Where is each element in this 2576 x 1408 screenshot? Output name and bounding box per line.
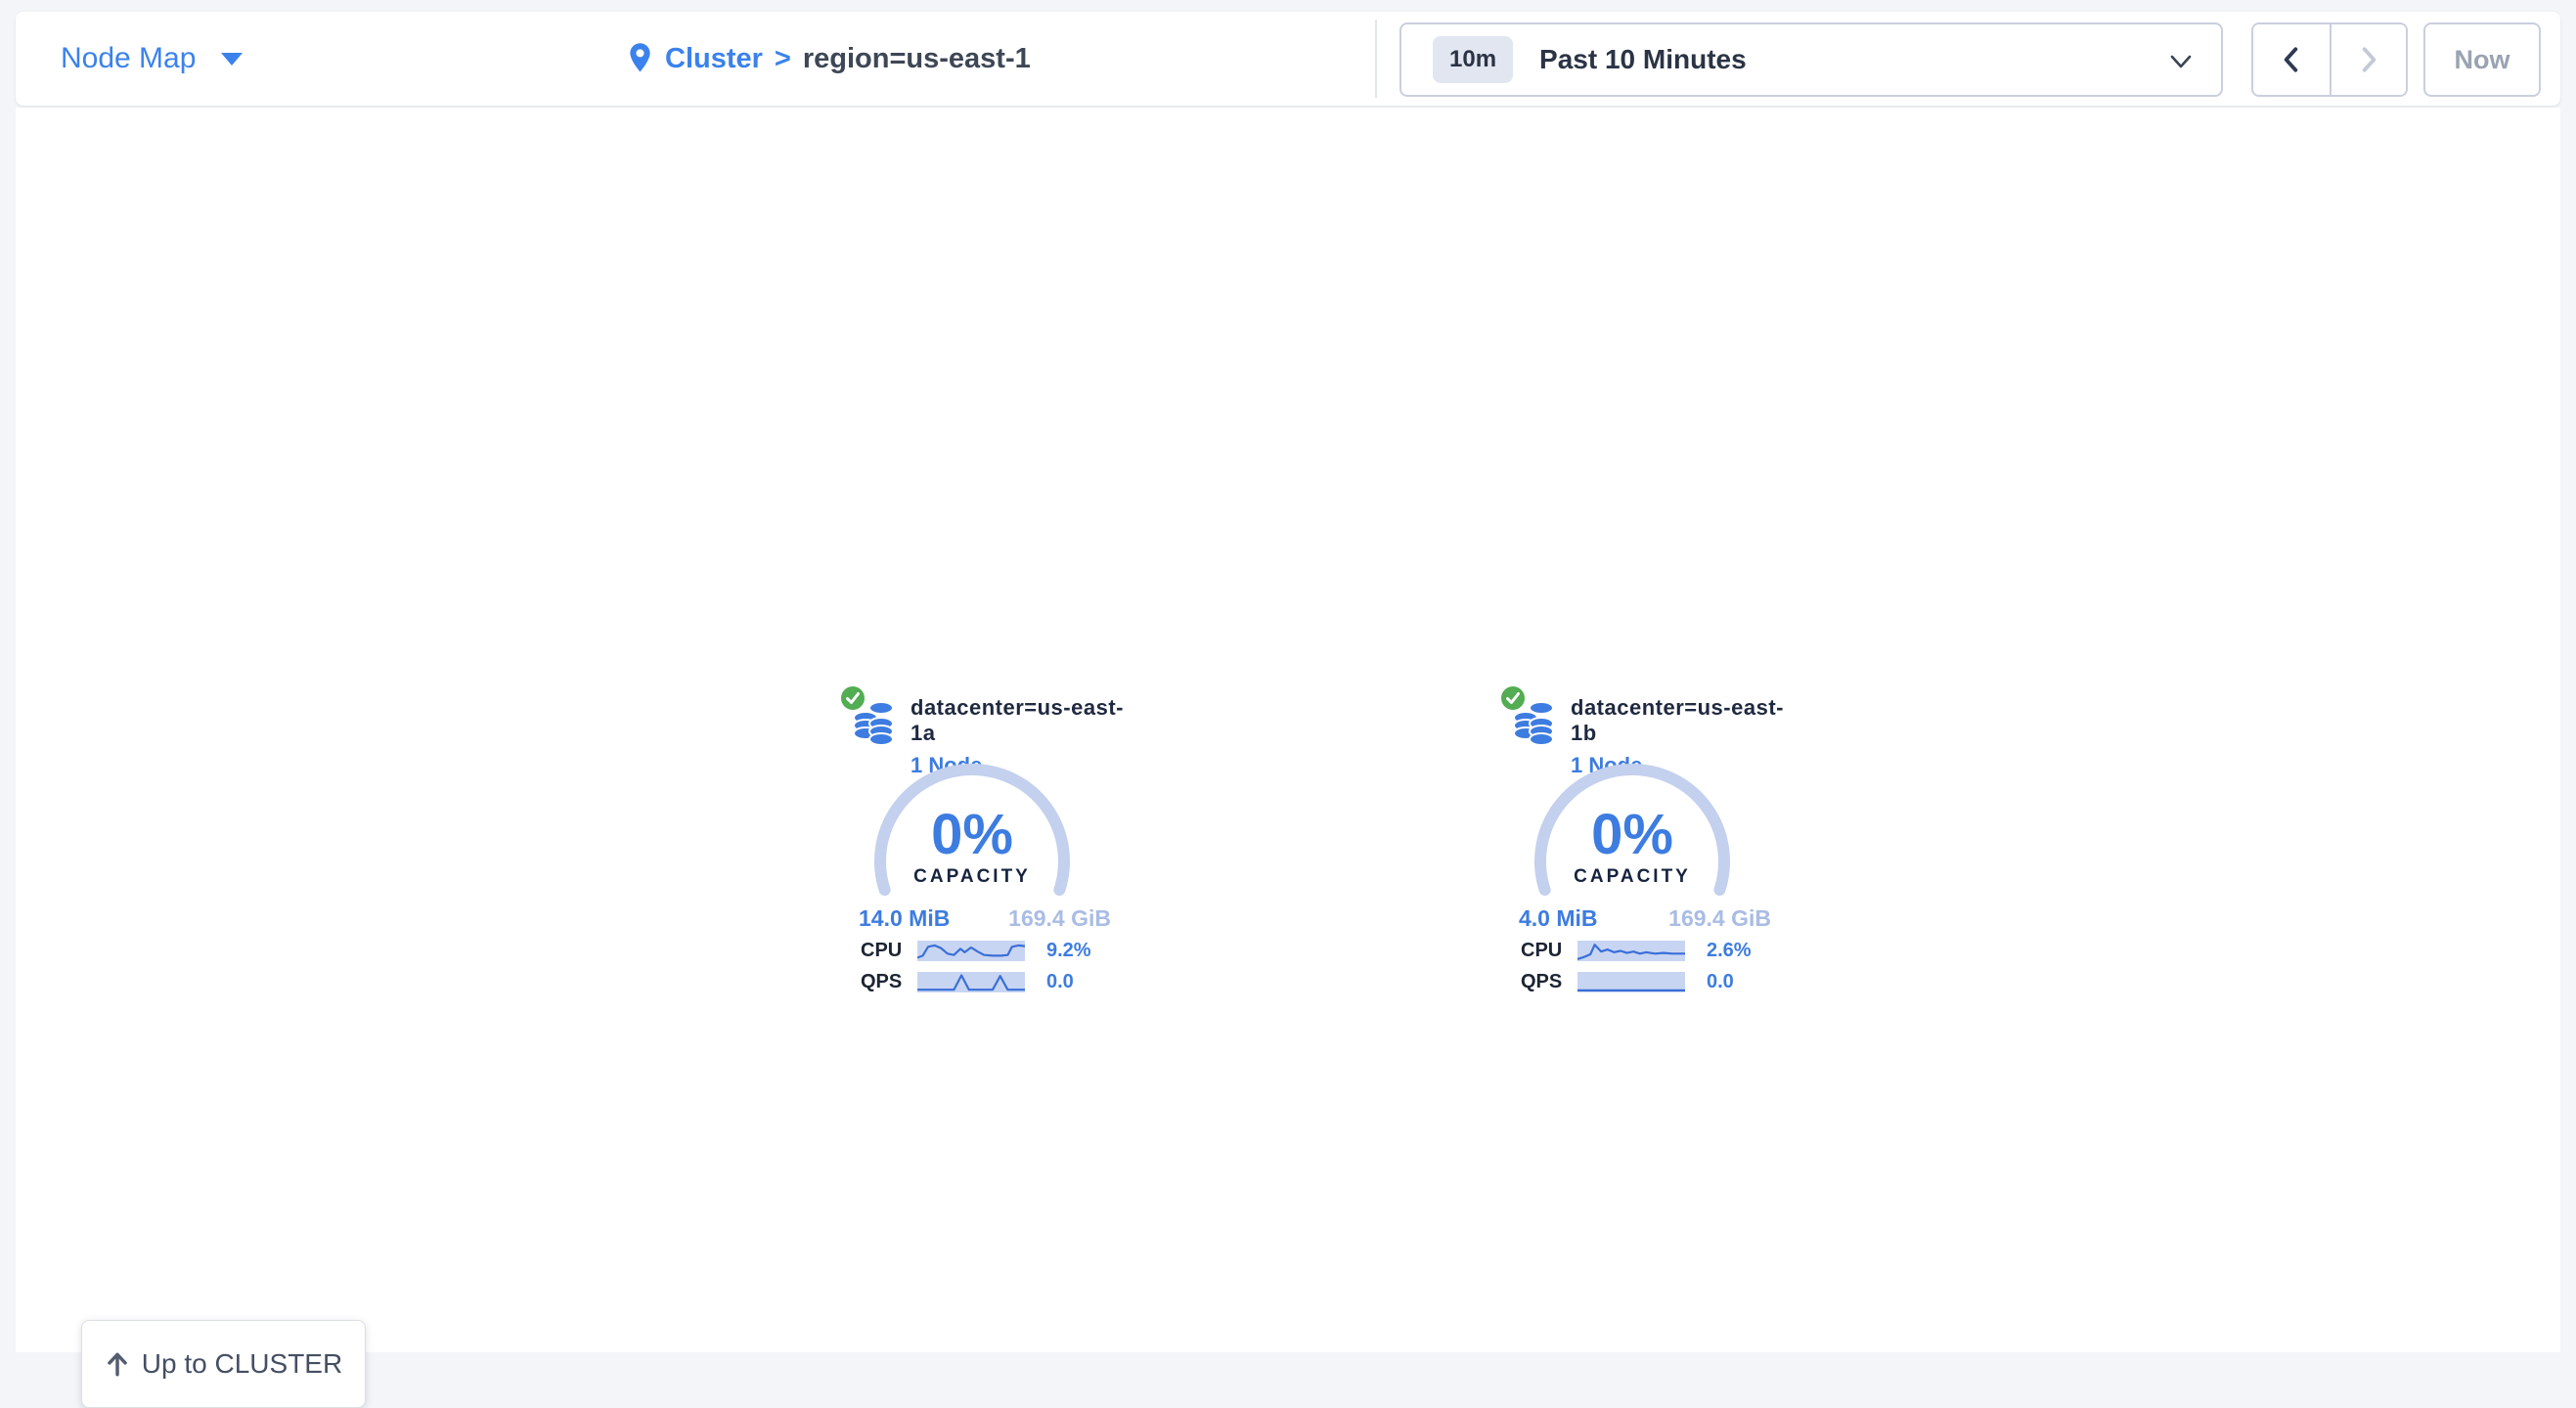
cpu-stat-row: CPU 9.2%: [861, 940, 1121, 961]
top-toolbar: Node Map Cluster > region=us-east-1 10m …: [16, 12, 2560, 106]
breadcrumb: Cluster > region=us-east-1: [627, 12, 1031, 106]
cpu-stat-row: CPU 2.6%: [1521, 940, 1781, 961]
capacity-used: 14.0 MiB: [859, 905, 950, 932]
step-back-button[interactable]: [2253, 24, 2330, 95]
node-map-canvas: datacenter=us-east-1a 1 Node 0% CAPACITY…: [16, 108, 2560, 1352]
cpu-value: 9.2%: [1046, 940, 1091, 962]
capacity-total: 169.4 GiB: [1008, 905, 1111, 932]
capacity-label: CAPACITY: [1530, 866, 1735, 888]
datacenter-icon-group: [839, 684, 900, 755]
chevron-down-icon: [2168, 50, 2194, 73]
capacity-percent: 0%: [869, 802, 1075, 867]
time-step-buttons: [2251, 22, 2408, 97]
time-window-dropdown[interactable]: 10m Past 10 Minutes: [1399, 22, 2223, 97]
time-window-label: Past 10 Minutes: [1539, 44, 1747, 75]
status-ok-icon: [1499, 684, 1527, 712]
capacity-total: 169.4 GiB: [1668, 905, 1771, 932]
cpu-label: CPU: [861, 940, 917, 962]
now-button[interactable]: Now: [2423, 22, 2541, 97]
header-divider: [1375, 20, 1377, 98]
datacenter-title: datacenter=us-east-1a: [910, 695, 1131, 746]
capacity-used: 4.0 MiB: [1519, 905, 1598, 932]
qps-stat-row: QPS 0.0: [1521, 971, 1781, 992]
status-ok-icon: [839, 684, 866, 712]
time-window-badge: 10m: [1433, 36, 1513, 83]
view-selector-dropdown[interactable]: Node Map: [61, 12, 243, 106]
capacity-gauge: 0% CAPACITY: [869, 759, 1075, 964]
arrow-up-icon: [105, 1350, 130, 1378]
datacenter-card-us-east-1b[interactable]: datacenter=us-east-1b 1 Node 0% CAPACITY…: [1497, 680, 1791, 1007]
datacenter-icon-group: [1499, 684, 1560, 755]
caret-down-icon: [221, 53, 243, 66]
qps-value: 0.0: [1707, 971, 1734, 993]
cpu-sparkline: [917, 941, 1025, 961]
qps-label: QPS: [861, 971, 917, 993]
qps-value: 0.0: [1046, 971, 1074, 993]
up-to-cluster-label: Up to CLUSTER: [142, 1348, 342, 1380]
view-selector-label: Node Map: [61, 42, 196, 75]
qps-sparkline: [1577, 972, 1685, 992]
breadcrumb-current: region=us-east-1: [803, 43, 1031, 75]
qps-label: QPS: [1521, 971, 1577, 993]
capacity-percent: 0%: [1530, 802, 1735, 867]
qps-stat-row: QPS 0.0: [861, 971, 1121, 992]
chevron-left-icon: [2279, 45, 2304, 74]
step-forward-button[interactable]: [2330, 24, 2406, 95]
cpu-sparkline: [1577, 941, 1685, 961]
up-to-cluster-button[interactable]: Up to CLUSTER: [81, 1320, 366, 1408]
breadcrumb-cluster-link[interactable]: Cluster: [665, 43, 763, 75]
breadcrumb-separator: >: [775, 43, 791, 75]
datacenter-card-us-east-1a[interactable]: datacenter=us-east-1a 1 Node 0% CAPACITY…: [837, 680, 1131, 1007]
capacity-label: CAPACITY: [869, 866, 1075, 888]
chevron-right-icon: [2356, 45, 2381, 74]
cpu-label: CPU: [1521, 940, 1577, 962]
cpu-value: 2.6%: [1707, 940, 1752, 962]
capacity-gauge: 0% CAPACITY: [1530, 759, 1735, 964]
datacenter-title: datacenter=us-east-1b: [1571, 695, 1791, 746]
location-pin-icon: [627, 42, 653, 75]
capacity-values: 4.0 MiB 169.4 GiB: [1519, 905, 1771, 932]
qps-sparkline: [917, 972, 1025, 992]
capacity-values: 14.0 MiB 169.4 GiB: [859, 905, 1111, 932]
